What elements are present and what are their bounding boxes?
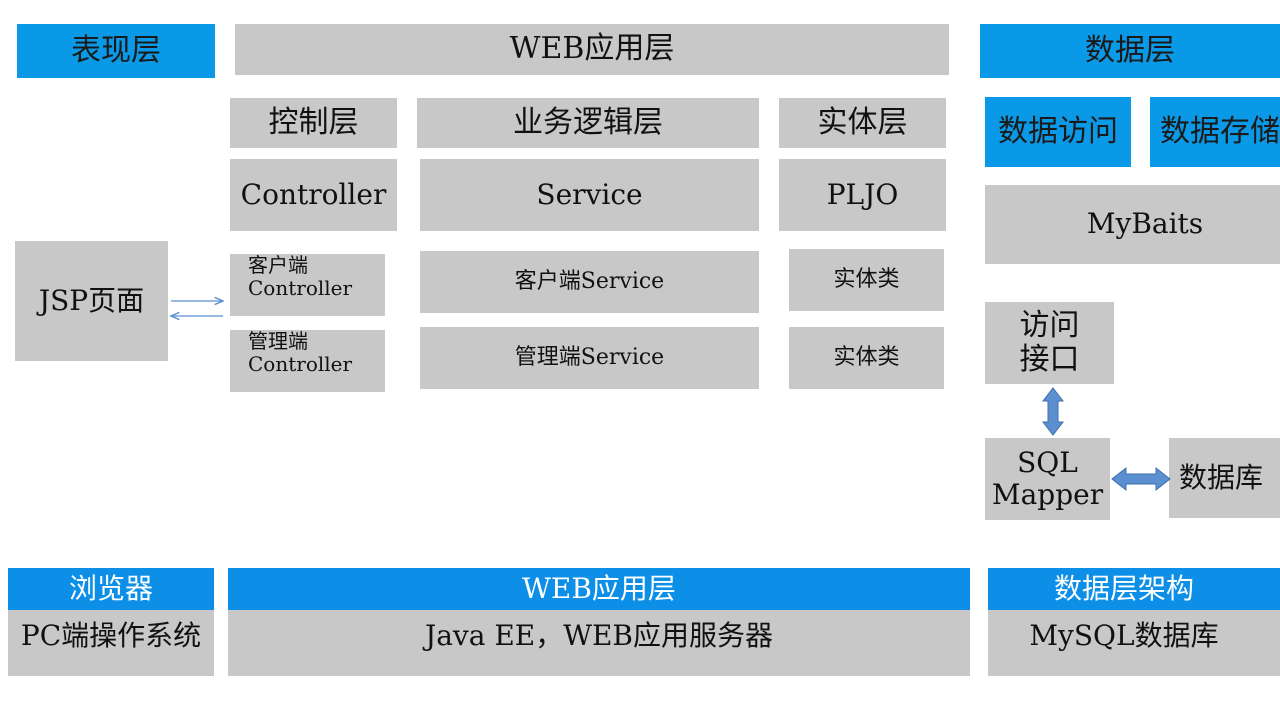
web-layer-bar: WEB应用层 xyxy=(228,568,970,610)
interface-mapper-double-arrow xyxy=(1041,387,1065,436)
os-box: PC端操作系统 xyxy=(8,610,214,676)
server-box: Java EE，WEB应用服务器 xyxy=(228,610,970,676)
data-arch-label: 数据层架构 xyxy=(1053,571,1194,605)
mapper-database-double-arrow xyxy=(1111,466,1171,492)
mysql-label: MySQL数据库 xyxy=(1029,619,1219,652)
mysql-box: MySQL数据库 xyxy=(988,610,1280,676)
data-arch-bar: 数据层架构 xyxy=(988,568,1280,610)
os-label: PC端操作系统 xyxy=(20,619,202,652)
browser-bar: 浏览器 xyxy=(8,568,214,610)
web-layer-bar-label: WEB应用层 xyxy=(522,571,676,605)
browser-label: 浏览器 xyxy=(68,571,153,605)
server-label: Java EE，WEB应用服务器 xyxy=(424,619,773,652)
